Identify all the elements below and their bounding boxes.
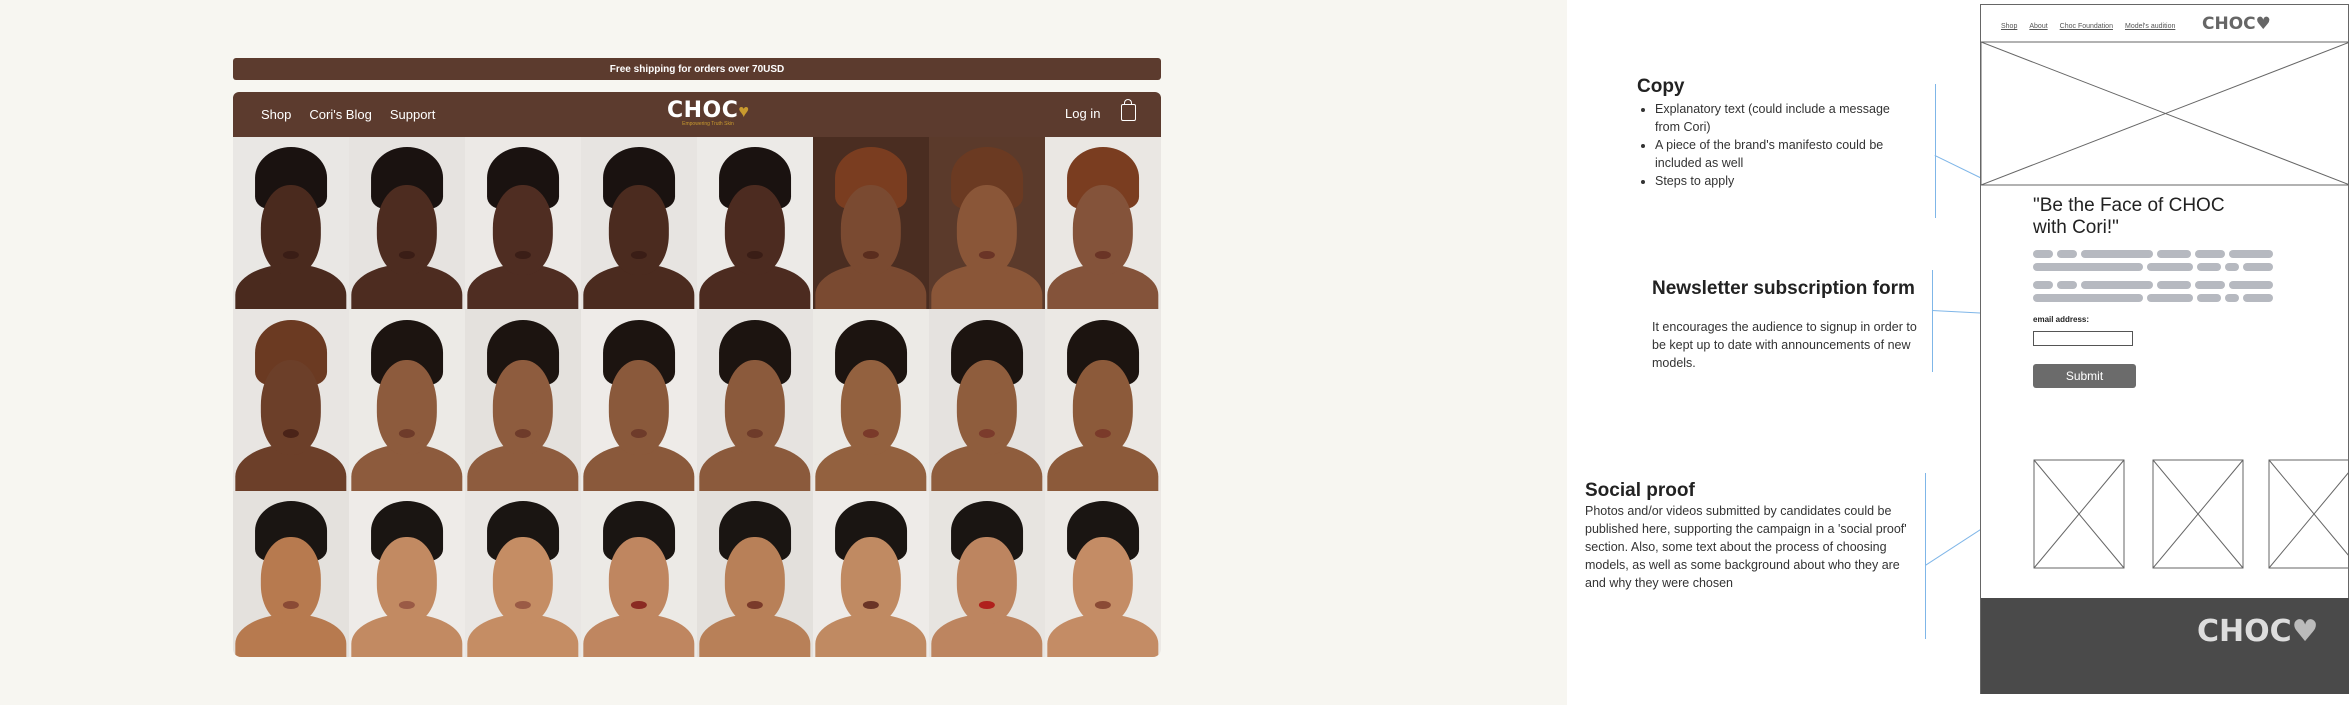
model-photo <box>581 309 697 491</box>
model-photo <box>349 491 465 657</box>
model-lips <box>514 250 532 260</box>
model-face <box>724 185 786 275</box>
model-face <box>840 359 902 455</box>
model-face <box>376 185 438 275</box>
wireframe-logo-text: CHOC <box>2202 14 2256 34</box>
model-face <box>1072 359 1134 455</box>
wireframe-frame: Shop About Choc Foundation Model's audit… <box>1980 4 2349 694</box>
model-face <box>1072 537 1134 624</box>
wireframe-placeholders <box>1981 41 2349 569</box>
model-photo <box>465 137 581 309</box>
model-photo <box>1045 137 1161 309</box>
model-face <box>1072 185 1134 275</box>
model-face <box>260 359 322 455</box>
model-photo <box>349 309 465 491</box>
wireframe-footer-logo: CHOC♥ <box>2197 614 2319 649</box>
model-face <box>492 537 554 624</box>
model-lips <box>746 250 764 260</box>
model-photo <box>581 137 697 309</box>
list-item: Steps to apply <box>1655 172 1895 190</box>
social-proof-annotation-line <box>1925 473 1926 639</box>
model-photo <box>1045 309 1161 491</box>
heart-icon: ♥ <box>2291 614 2319 649</box>
model-photo <box>813 309 929 491</box>
model-photo <box>349 137 465 309</box>
model-face <box>492 185 554 275</box>
model-face <box>376 359 438 455</box>
site-header: Shop Cori's Blog Support CHOC♥ Empowerin… <box>233 92 1161 137</box>
model-lips <box>282 250 300 260</box>
copy-annotation-title: Copy <box>1637 76 1685 97</box>
brand-logo[interactable]: CHOC♥ Empowering Truth Skin <box>653 98 763 127</box>
model-face <box>956 359 1018 455</box>
model-face <box>840 537 902 624</box>
wireframe-email-input[interactable] <box>2033 331 2133 346</box>
model-photo-grid <box>233 137 1161 657</box>
social-proof-image-placeholder <box>2268 459 2349 569</box>
newsletter-annotation-text: It encourages the audience to signup in … <box>1652 320 1917 370</box>
model-face <box>608 537 670 624</box>
shopping-bag-icon[interactable] <box>1121 99 1136 121</box>
copy-annotation-line <box>1935 84 1936 218</box>
copy-annotation-list: Explanatory text (could include a messag… <box>1637 100 1895 190</box>
hero-image-placeholder <box>1981 41 2349 186</box>
wireframe-heading: "Be the Face of CHOC with Cori!" <box>2033 195 2225 238</box>
main-nav: Shop Cori's Blog Support <box>261 92 435 137</box>
model-photo <box>233 137 349 309</box>
model-face <box>260 185 322 275</box>
model-photo <box>697 309 813 491</box>
model-photo <box>1045 491 1161 657</box>
wireframe-submit-button[interactable]: Submit <box>2033 364 2136 388</box>
model-photo <box>929 137 1045 309</box>
model-photo <box>929 309 1045 491</box>
model-face <box>492 359 554 455</box>
model-photo <box>813 491 929 657</box>
wireframe-logo: CHOC♥ <box>2202 14 2271 34</box>
list-item: A piece of the brand's manifesto could b… <box>1655 136 1895 172</box>
model-lips <box>978 250 996 260</box>
newsletter-annotation-title: Newsletter subscription form <box>1652 278 1915 299</box>
model-face <box>840 185 902 275</box>
model-photo <box>813 137 929 309</box>
model-face <box>376 537 438 624</box>
nav-shop-link[interactable]: Shop <box>261 107 291 122</box>
list-item: Explanatory text (could include a messag… <box>1655 100 1895 136</box>
model-face <box>724 537 786 624</box>
social-proof-annotation-title: Social proof <box>1585 480 1695 501</box>
login-link[interactable]: Log in <box>1065 106 1100 121</box>
model-photo <box>929 491 1045 657</box>
model-face <box>956 185 1018 275</box>
model-face <box>956 537 1018 624</box>
model-face <box>260 537 322 624</box>
announcement-text: Free shipping for orders over 70USD <box>609 63 785 75</box>
model-photo <box>465 491 581 657</box>
heart-icon: ♥ <box>2255 14 2271 34</box>
model-photo <box>465 309 581 491</box>
model-photo <box>581 491 697 657</box>
model-photo <box>233 491 349 657</box>
heart-icon: ♥ <box>738 101 750 121</box>
nav-blog-link[interactable]: Cori's Blog <box>309 107 371 122</box>
newsletter-annotation-line <box>1932 270 1933 372</box>
model-photo <box>233 309 349 491</box>
model-lips <box>398 250 416 260</box>
model-face <box>608 185 670 275</box>
model-photo <box>697 491 813 657</box>
model-lips <box>1094 250 1112 260</box>
model-lips <box>862 250 880 260</box>
model-photo <box>697 137 813 309</box>
model-face <box>608 359 670 455</box>
social-proof-image-placeholder <box>2033 459 2125 569</box>
nav-support-link[interactable]: Support <box>390 107 436 122</box>
wireframe-footer-logo-text: CHOC <box>2197 614 2292 649</box>
wireframe-email-label: email address: <box>2033 315 2090 324</box>
model-face <box>724 359 786 455</box>
social-proof-annotation-text: Photos and/or videos submitted by candid… <box>1585 504 1907 590</box>
announcement-bar: Free shipping for orders over 70USD <box>233 58 1161 80</box>
social-proof-image-placeholder <box>2152 459 2244 569</box>
logo-wordmark: CHOC <box>666 98 739 123</box>
model-lips <box>630 250 648 260</box>
